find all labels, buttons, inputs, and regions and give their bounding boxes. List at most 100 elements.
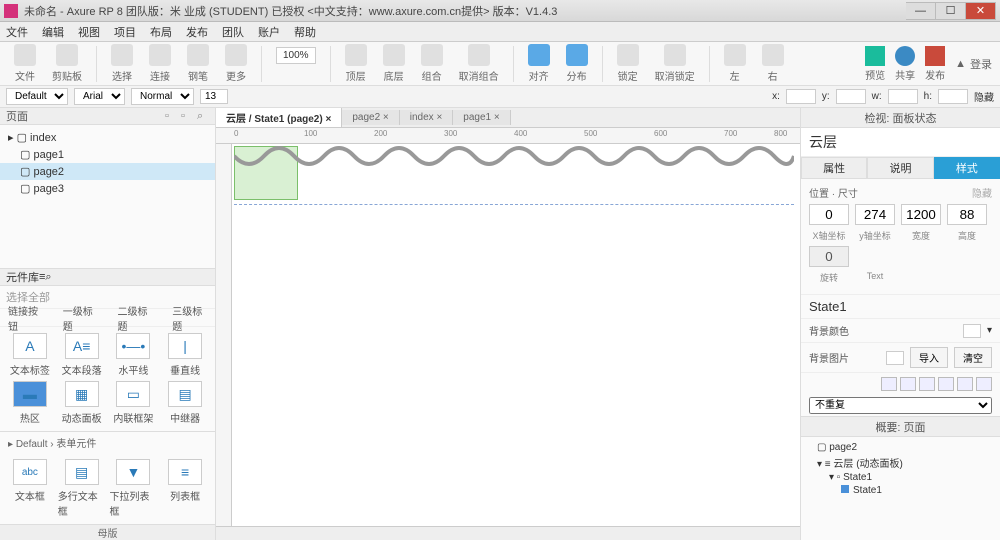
tree-page1[interactable]: ▢ page1 <box>0 146 215 163</box>
wave-shape[interactable] <box>234 144 794 204</box>
add-page-icon[interactable]: ▫ <box>165 110 177 122</box>
publish-icon[interactable] <box>925 46 945 66</box>
style-select[interactable]: Default <box>6 88 68 105</box>
chevron-down-icon[interactable]: ▾ <box>987 325 992 336</box>
insp-tab-notes[interactable]: 说明 <box>867 157 933 179</box>
maximize-button[interactable]: ☐ <box>936 2 966 20</box>
tab-index[interactable]: index × <box>400 110 454 125</box>
widget-textfield[interactable]: abc文本框 <box>6 459 54 518</box>
bgcolor-picker[interactable] <box>963 324 981 338</box>
state-name[interactable]: State1 <box>801 295 1000 319</box>
main-toolbar: 文件 剪贴板 选择 连接 钢笔 更多 100%更多 顶层 底层 组合 取消组合 … <box>0 42 1000 86</box>
weight-select[interactable]: Normal <box>131 88 194 105</box>
repeat-select[interactable]: 不重复 <box>809 397 992 414</box>
form-group-header[interactable]: ▸ Default › 表单元件 <box>0 431 215 453</box>
preview-icon[interactable] <box>865 46 885 66</box>
insp-tab-style[interactable]: 样式 <box>934 157 1000 179</box>
insp-y[interactable] <box>855 204 895 225</box>
widget-hline[interactable]: •—•水平线 <box>110 333 158 377</box>
more-icon[interactable] <box>225 44 247 66</box>
menu-help[interactable]: 帮助 <box>294 24 316 40</box>
widget-vline[interactable]: |垂直线 <box>161 333 209 377</box>
outline-state[interactable]: ▾ ▫ State1 <box>805 471 996 484</box>
file-icon[interactable] <box>14 44 36 66</box>
inspector-name[interactable]: 云层 <box>801 128 1000 157</box>
align-tl-icon[interactable] <box>881 377 897 391</box>
bgimg-preview[interactable] <box>886 351 904 365</box>
insp-h[interactable] <box>947 204 987 225</box>
distribute-icon[interactable] <box>566 44 588 66</box>
insp-rot[interactable] <box>809 246 849 267</box>
menu-view[interactable]: 视图 <box>78 24 100 40</box>
tree-page3[interactable]: ▢ page3 <box>0 180 215 197</box>
scrollbar-horizontal[interactable] <box>216 526 800 540</box>
group-icon[interactable] <box>421 44 443 66</box>
w-input[interactable] <box>888 89 918 104</box>
menu-publish[interactable]: 发布 <box>186 24 208 40</box>
widget-paragraph[interactable]: A≡文本段落 <box>58 333 106 377</box>
x-input[interactable] <box>786 89 816 104</box>
bg-align-icons <box>801 373 1000 395</box>
align-mc-icon[interactable] <box>957 377 973 391</box>
align-ml-icon[interactable] <box>938 377 954 391</box>
outline-panel[interactable]: ▾ ≡ 云层 (动态面板) <box>805 454 996 471</box>
fontsize-input[interactable] <box>200 89 228 104</box>
widget-text-label[interactable]: A文本标签 <box>6 333 54 377</box>
align-tr-icon[interactable] <box>919 377 935 391</box>
insp-tab-props[interactable]: 属性 <box>801 157 867 179</box>
menu-account[interactable]: 账户 <box>258 24 280 40</box>
canvas[interactable] <box>216 144 800 526</box>
y-input[interactable] <box>836 89 866 104</box>
h-input[interactable] <box>938 89 968 104</box>
align-right-icon[interactable] <box>762 44 784 66</box>
clipboard-icon[interactable] <box>56 44 78 66</box>
import-button[interactable]: 导入 <box>910 347 948 368</box>
bring-front-icon[interactable] <box>345 44 367 66</box>
menu-layout[interactable]: 布局 <box>150 24 172 40</box>
menubar: 文件 编辑 视图 项目 布局 发布 团队 账户 帮助 <box>0 22 1000 42</box>
unlock-icon[interactable] <box>664 44 686 66</box>
pen-icon[interactable] <box>187 44 209 66</box>
menu-file[interactable]: 文件 <box>6 24 28 40</box>
outline-root[interactable]: ▢ page2 <box>805 441 996 454</box>
zoom-select[interactable]: 100% <box>276 47 316 64</box>
tab-page2[interactable]: page2 × <box>342 110 399 125</box>
select-icon[interactable] <box>111 44 133 66</box>
widget-dynamic-panel[interactable]: ▦动态面板 <box>58 381 106 425</box>
login-button[interactable]: ▲ 登录 <box>955 56 992 72</box>
align-icon[interactable] <box>528 44 550 66</box>
widget-textarea[interactable]: ▤多行文本框 <box>58 459 106 518</box>
clear-button[interactable]: 清空 <box>954 347 992 368</box>
menu-project[interactable]: 项目 <box>114 24 136 40</box>
inspector-header: 检视: 面板状态 <box>801 108 1000 128</box>
send-back-icon[interactable] <box>383 44 405 66</box>
insp-x[interactable] <box>809 204 849 225</box>
close-button[interactable]: ✕ <box>966 2 996 20</box>
menu-team[interactable]: 团队 <box>222 24 244 40</box>
widget-iframe[interactable]: ▭内联框架 <box>110 381 158 425</box>
align-left-icon[interactable] <box>724 44 746 66</box>
minimize-button[interactable]: — <box>906 2 936 20</box>
widget-listbox[interactable]: ≡列表框 <box>161 459 209 518</box>
outline-leaf[interactable]: State1 <box>805 484 996 497</box>
align-tc-icon[interactable] <box>900 377 916 391</box>
font-select[interactable]: Arial <box>74 88 125 105</box>
tree-root[interactable]: ▸ ▢ index <box>0 129 215 146</box>
widget-repeater[interactable]: ▤中继器 <box>161 381 209 425</box>
align-mr-icon[interactable] <box>976 377 992 391</box>
ungroup-icon[interactable] <box>468 44 490 66</box>
insp-w[interactable] <box>901 204 941 225</box>
tab-state1[interactable]: 云层 / State1 (page2) × <box>216 108 342 127</box>
share-icon[interactable] <box>895 46 915 66</box>
widget-hotspot[interactable]: ▬热区 <box>6 381 54 425</box>
lock-icon[interactable] <box>617 44 639 66</box>
add-folder-icon[interactable]: ▫ <box>181 110 193 122</box>
lib-search-icon[interactable]: ⌕ <box>45 271 51 284</box>
tree-page2[interactable]: ▢ page2 <box>0 163 215 180</box>
masters-bar[interactable]: 母版 <box>0 524 215 540</box>
menu-edit[interactable]: 编辑 <box>42 24 64 40</box>
widget-dropdown[interactable]: ▼下拉列表框 <box>110 459 158 518</box>
tab-page1[interactable]: page1 × <box>453 110 510 125</box>
search-icon[interactable]: ⌕ <box>197 110 209 122</box>
connect-icon[interactable] <box>149 44 171 66</box>
